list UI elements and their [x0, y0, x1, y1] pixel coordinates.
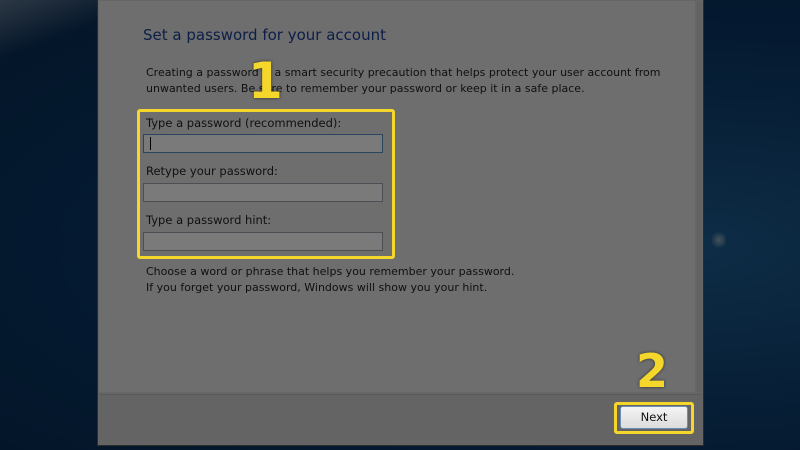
wizard-edge: [696, 1, 702, 392]
next-button[interactable]: Next: [620, 406, 688, 429]
wizard-footer: [99, 394, 702, 445]
intro-text: Creating a password is a smart security …: [146, 65, 661, 97]
fields-highlight-box: [137, 109, 395, 259]
desktop-light-streak: [0, 0, 110, 60]
hint-line: Choose a word or phrase that helps you r…: [146, 265, 515, 278]
desktop-glint: [712, 230, 726, 250]
page-title: Set a password for your account: [143, 26, 386, 44]
step-number-1: 1: [248, 52, 283, 110]
hint-text: Choose a word or phrase that helps you r…: [146, 264, 514, 296]
hint-line: If you forget your password, Windows wil…: [146, 281, 488, 294]
intro-line: Creating a password is a smart security …: [146, 66, 661, 79]
step-number-2: 2: [636, 344, 669, 398]
intro-line: unwanted users. Be sure to remember your…: [146, 82, 585, 95]
